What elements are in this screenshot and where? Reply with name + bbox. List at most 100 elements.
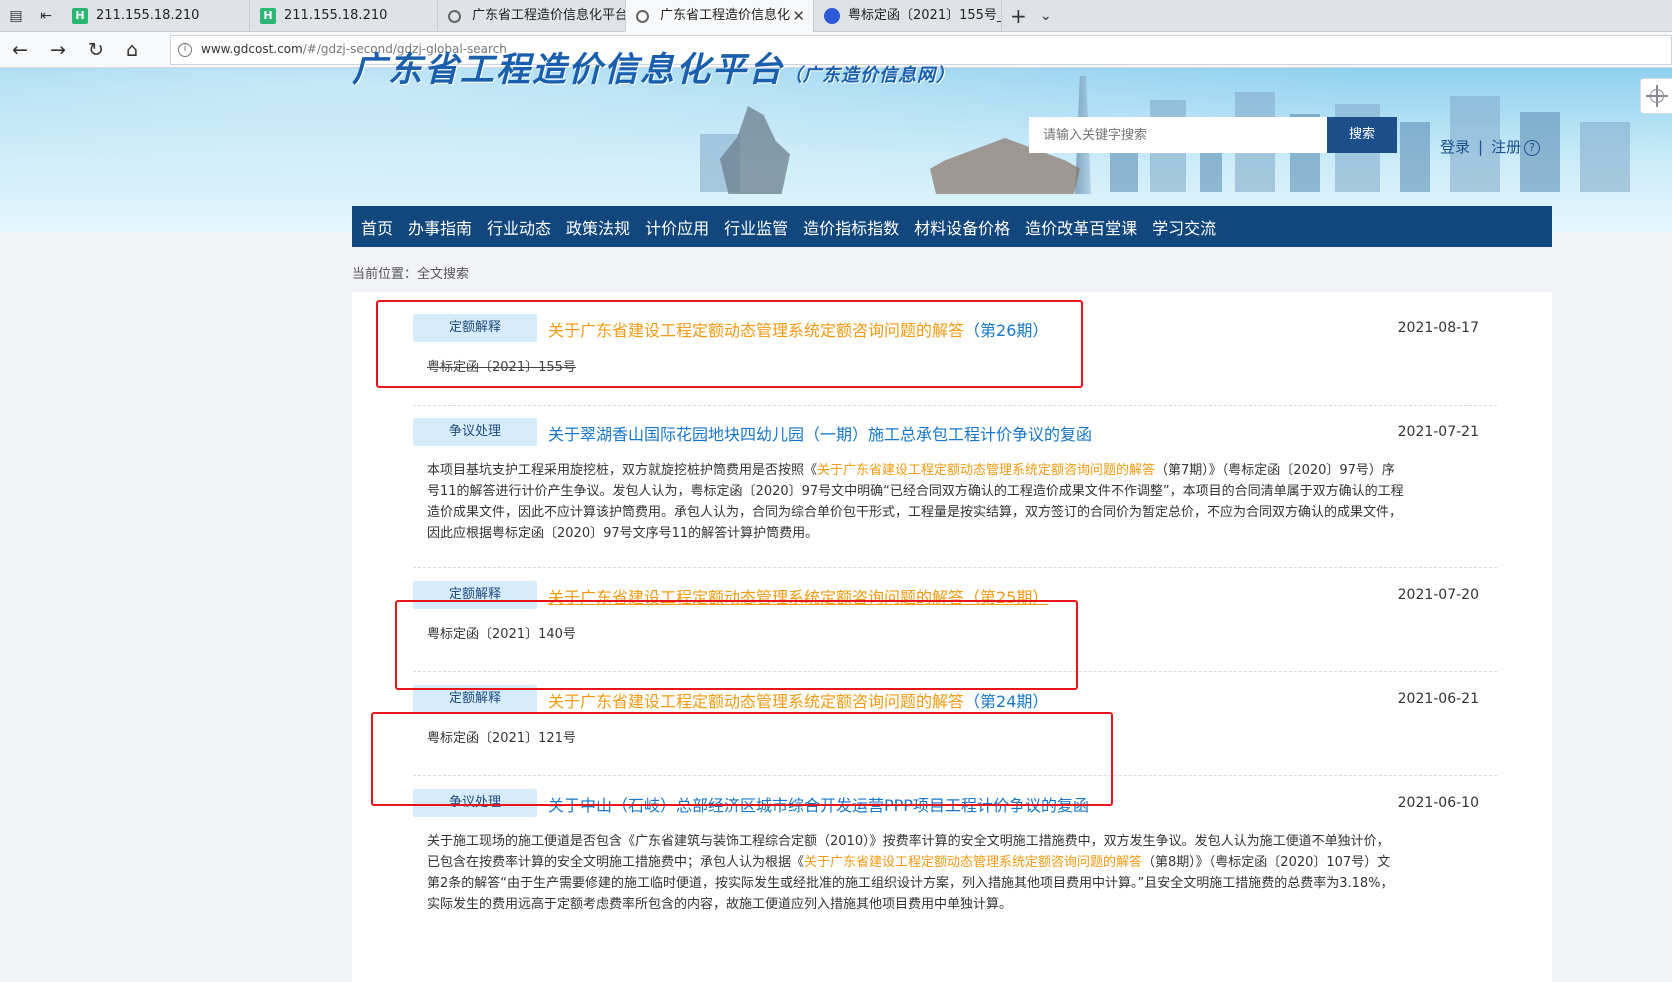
desc-text: 因此应根据粤标定函〔2020〕97号文序号11的解答计算护筒费用。 [427,526,819,541]
result-doc-number: 粤标定函〔2021〕121号 [427,731,576,746]
result-item: 争议处理 关于中山（石岐）总部经济区城市综合开发运营PPP项目工程计价争议的复函… [413,789,1497,915]
side-toolbar-crosshair-button[interactable] [1640,78,1672,114]
help-icon[interactable]: ? [1524,140,1541,156]
desc-text: 号11的解答进行计价产生争议。发包人认为，粤标定函〔2020〕97号文中明确“已… [427,484,1404,499]
desc-highlight-link[interactable]: 关于广东省建设工程定额动态管理系统定额咨询问题的解答 [817,463,1155,478]
nav-item-supervision[interactable]: 行业监管 [724,215,788,239]
url-host: www.gdcost.com [201,42,303,56]
desc-text: 关于施工现场的施工便道是否包含《广东省建筑与装饰工程综合定额（2010）》按费率… [427,834,1390,849]
result-divider [413,405,1497,406]
breadcrumb-label: 当前位置： [352,267,418,282]
tab-list-chevron-down-icon[interactable]: ⌄ [1040,0,1052,32]
description-line: 造价成果文件，因此不应计算该护筒费用。承包人认为，合同为综合单价包干形式，工程量… [427,502,1487,523]
browser-tab-3[interactable]: 广东省工程造价信息化平台 [438,0,626,32]
site-logo-title[interactable]: 广东省工程造价信息化平台（广东造价信息网） [352,42,955,91]
search-results-panel: 定额解释 关于广东省建设工程定额动态管理系统定额咨询问题的解答（第26期） 20… [352,292,1552,982]
result-divider [413,775,1497,776]
auth-links: 登录 | 注册? [1440,136,1541,157]
description-line: 因此应根据粤标定函〔2020〕97号文序号11的解答计算护筒费用。 [427,523,1487,544]
browser-tab-4-active[interactable]: 广东省工程造价信息化 ✕ [626,0,814,32]
nav-item-industry-news[interactable]: 行业动态 [487,215,551,239]
category-badge: 定额解释 [413,314,537,342]
nav-item-material-prices[interactable]: 材料设备价格 [914,215,1010,239]
description-line: 第2条的解答“由于生产需要修建的施工临时便道，按实际发生或经批准的施工组织设计方… [427,873,1487,894]
result-date: 2021-07-21 [1397,424,1479,440]
set-tabs-aside-icon[interactable]: ⇤ [36,6,56,26]
description-line: 已包含在按费率计算的安全文明施工措施费中；承包人认为根据《关于广东省建设工程定额… [427,852,1487,873]
desc-text: 第2条的解答“由于生产需要修建的施工临时便道，按实际发生或经批准的施工组织设计方… [427,876,1394,891]
browser-tab-1[interactable]: H 211.155.18.210 [62,0,250,32]
crosshair-icon [1646,85,1668,107]
desc-text: （第8期）》（粤标定函〔2020〕107号）文 [1142,855,1391,870]
register-link[interactable]: 注册 [1491,138,1521,156]
result-title-link[interactable]: 关于广东省建设工程定额动态管理系统定额咨询问题的解答（第26期） [548,317,1048,341]
nav-item-learning[interactable]: 学习交流 [1152,215,1216,239]
baidu-paw-favicon-icon [824,8,840,24]
result-date: 2021-08-17 [1397,320,1479,336]
result-item: 争议处理 关于翠湖香山国际花园地块四幼儿园（一期）施工总承包工程计价争议的复函 … [413,418,1497,544]
result-divider [413,671,1497,672]
description-line: 本项目基坑支护工程采用旋挖桩，双方就旋挖桩护筒费用是否按照《关于广东省建设工程定… [427,460,1487,481]
result-date: 2021-06-10 [1397,795,1479,811]
globe-favicon-icon [636,10,649,23]
result-doc-number: 粤标定函〔2021〕155号 [427,360,576,375]
h-favicon-icon: H [72,8,88,24]
close-tab-icon[interactable]: ✕ [792,0,805,32]
result-divider [413,567,1497,568]
breadcrumb-current: 全文搜索 [417,267,470,282]
category-badge: 定额解释 [413,581,537,609]
result-doc-number: 粤标定函〔2021〕140号 [427,627,576,642]
result-title-text: 关于广东省建设工程定额动态管理系统定额咨询问题的解答 [548,321,965,340]
nav-item-cost-index[interactable]: 造价指标指数 [803,215,899,239]
search-input[interactable] [1029,117,1327,153]
back-arrow-icon[interactable]: ← [8,38,32,62]
search-button[interactable]: 搜索 [1327,117,1397,153]
result-title-period: （第26期） [964,321,1049,340]
main-navigation: 首页 办事指南 行业动态 政策法规 计价应用 行业监管 造价指标指数 材料设备价… [352,206,1552,247]
site-info-icon[interactable]: i [178,43,192,57]
tab-label: 广东省工程造价信息化 [660,8,791,23]
nav-item-home[interactable]: 首页 [361,215,393,239]
result-title-period: （第24期） [964,692,1049,711]
result-title-link[interactable]: 关于翠湖香山国际花园地块四幼儿园（一期）施工总承包工程计价争议的复函 [548,421,1092,445]
result-description: 关于施工现场的施工便道是否包含《广东省建筑与装饰工程综合定额（2010）》按费率… [427,831,1487,915]
nav-item-pricing-application[interactable]: 计价应用 [645,215,709,239]
home-icon[interactable]: ⌂ [120,38,144,62]
nav-item-guide[interactable]: 办事指南 [408,215,472,239]
desc-text: 本项目基坑支护工程采用旋挖桩，双方就旋挖桩护筒费用是否按照《 [427,463,818,478]
globe-favicon-icon [448,10,461,23]
description-line: 实际发生的费用远高于定额考虑费率所包含的内容，故施工便道应列入措施其他项目费用中… [427,894,1487,915]
nav-item-reform-lessons[interactable]: 造价改革百堂课 [1025,215,1137,239]
forward-arrow-icon[interactable]: → [46,38,70,62]
result-item: 定额解释 关于广东省建设工程定额动态管理系统定额咨询问题的解答（第24期） 20… [413,685,1497,746]
auth-separator: | [1478,138,1484,156]
tab-label: 粤标定函〔2021〕155号_百 [848,8,1002,23]
result-date: 2021-07-20 [1397,587,1479,603]
result-description: 本项目基坑支护工程采用旋挖桩，双方就旋挖桩护筒费用是否按照《关于广东省建设工程定… [427,460,1487,544]
category-badge: 争议处理 [413,418,537,446]
result-title-link[interactable]: 关于广东省建设工程定额动态管理系统定额咨询问题的解答（第24期） [548,688,1048,712]
refresh-icon[interactable]: ↻ [84,38,108,62]
category-badge: 争议处理 [413,789,537,817]
site-title-text: 广东省工程造价信息化平台 [352,50,784,90]
description-line: 关于施工现场的施工便道是否包含《广东省建筑与装饰工程综合定额（2010）》按费率… [427,831,1487,852]
skyline-building [1580,122,1630,192]
result-title-link[interactable]: 关于广东省建设工程定额动态管理系统定额咨询问题的解答（第25期） [548,584,1048,608]
tab-label: 广东省工程造价信息化平台 [472,8,626,23]
browser-tab-bar: ▤ ⇤ H 211.155.18.210 H 211.155.18.210 广东… [0,0,1672,32]
browser-tab-2[interactable]: H 211.155.18.210 [250,0,438,32]
desc-text: 实际发生的费用远高于定额考虑费率所包含的内容，故施工便道应列入措施其他项目费用中… [427,897,1013,912]
nav-item-policies[interactable]: 政策法规 [566,215,630,239]
h-favicon-icon: H [260,8,276,24]
desc-text: （第7期）》（粤标定函〔2020〕97号）序 [1155,463,1395,478]
desc-highlight-link[interactable]: 关于广东省建设工程定额动态管理系统定额咨询问题的解答 [804,855,1142,870]
site-subtitle-text: （广东造价信息网） [784,65,955,86]
tab-actions-icon[interactable]: ▤ [6,6,26,26]
tab-label: 211.155.18.210 [284,8,388,23]
result-title-link[interactable]: 关于中山（石岐）总部经济区城市综合开发运营PPP项目工程计价争议的复函 [548,792,1089,816]
breadcrumb: 当前位置：全文搜索 [352,263,469,282]
category-badge: 定额解释 [413,685,537,713]
new-tab-icon[interactable]: + [1010,0,1027,32]
browser-tab-5[interactable]: 粤标定函〔2021〕155号_百 [814,0,1002,32]
login-link[interactable]: 登录 [1440,138,1470,156]
